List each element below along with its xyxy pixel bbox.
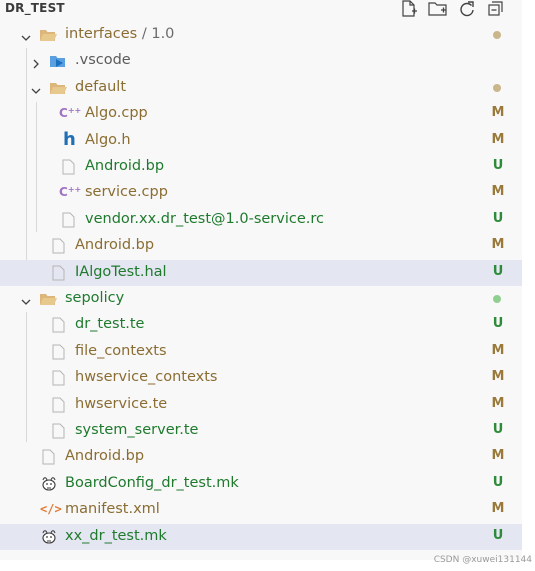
new-folder-icon[interactable]: [428, 0, 448, 18]
git-status-badge: M: [491, 369, 505, 384]
folder-open-icon: [39, 291, 57, 307]
git-status-badge: U: [492, 422, 504, 437]
tree-file-hwservice-te[interactable]: hwservice.te M: [0, 392, 522, 418]
modified-dot: [493, 31, 501, 39]
tree-file-android-bp[interactable]: Android.bp M: [0, 233, 522, 259]
tree-label: Algo.cpp: [85, 105, 148, 121]
tree-file-dr-test-te[interactable]: dr_test.te U: [0, 312, 522, 338]
tree-file-system-server-te[interactable]: system_server.te U: [0, 418, 522, 444]
cpp-file-icon: C++: [59, 106, 82, 120]
tree-label: IAlgoTest.hal: [75, 264, 167, 280]
tree-label: file_contexts: [75, 343, 167, 359]
git-status-badge: M: [491, 132, 505, 147]
tree-label: BoardConfig_dr_test.mk: [65, 475, 239, 491]
chevron-down-icon[interactable]: [20, 29, 32, 41]
git-status-badge: M: [491, 396, 505, 411]
git-status-badge: M: [491, 343, 505, 358]
tree-file-boardconfig-mk[interactable]: BoardConfig_dr_test.mk U: [0, 471, 522, 497]
folder-open-icon: [49, 80, 67, 96]
tree-label: Android.bp: [65, 448, 145, 464]
untracked-dot: [493, 295, 501, 303]
vscode-folder-icon: [49, 53, 67, 69]
cpp-file-icon: C++: [59, 185, 82, 199]
git-status-badge: U: [492, 211, 504, 226]
tree-label: Algo.h: [85, 132, 131, 148]
tree-folder-vscode[interactable]: .vscode: [0, 48, 522, 74]
git-status-badge: M: [491, 501, 505, 516]
file-icon: [50, 344, 68, 360]
git-status-badge: M: [491, 105, 505, 120]
file-icon: [50, 265, 68, 281]
file-icon: [50, 238, 68, 254]
makefile-gnu-icon: [40, 529, 58, 545]
tree-folder-interfaces[interactable]: interfaces / 1.0: [0, 22, 522, 48]
tree-label: service.cpp: [85, 184, 168, 200]
tree-label: Android.bp: [85, 158, 165, 174]
tree-label: hwservice_contexts: [75, 369, 218, 385]
tree-file-file-contexts[interactable]: file_contexts M: [0, 339, 522, 365]
tree-label: hwservice.te: [75, 396, 168, 412]
file-icon: [60, 159, 78, 175]
tree-label: system_server.te: [75, 422, 199, 438]
tree-label: .vscode: [75, 52, 131, 68]
new-file-icon[interactable]: [399, 0, 419, 18]
tree-file-android-bp[interactable]: Android.bp U: [0, 154, 522, 180]
explorer-title[interactable]: DR_TEST: [5, 1, 65, 15]
tree-folder-sepolicy[interactable]: sepolicy: [0, 286, 522, 312]
explorer-panel: DR_TEST interfaces / 1.0 .vscode default…: [0, 0, 522, 560]
tree-label: vendor.xx.dr_test@1.0-service.rc: [85, 211, 324, 227]
chevron-right-icon[interactable]: [30, 55, 42, 69]
watermark: CSDN @xuwei131144: [433, 555, 532, 565]
tree-label-path: / 1.0: [137, 26, 175, 42]
tree-label: interfaces: [65, 26, 138, 42]
tree-file-xx-dr-test-mk[interactable]: xx_dr_test.mk U: [0, 524, 522, 550]
folder-open-icon: [39, 27, 57, 43]
makefile-gnu-icon: [40, 476, 58, 492]
git-status-badge: U: [492, 475, 504, 490]
modified-dot: [493, 84, 501, 92]
file-icon: [60, 212, 78, 228]
git-status-badge: U: [492, 264, 504, 279]
git-status-badge: M: [491, 184, 505, 199]
file-icon: [50, 397, 68, 413]
tree-file-algo-h[interactable]: h Algo.h M: [0, 128, 522, 154]
file-icon: [50, 370, 68, 386]
tree-label: xx_dr_test.mk: [65, 528, 167, 544]
git-status-badge: M: [491, 448, 505, 463]
git-status-badge: U: [492, 316, 504, 331]
tree-file-ialgotest-hal[interactable]: IAlgoTest.hal U: [0, 260, 522, 286]
tree-label: default: [75, 79, 127, 95]
git-status-badge: U: [492, 158, 504, 173]
tree-label: manifest.xml: [65, 501, 160, 517]
tree-file-algo-cpp[interactable]: C++ Algo.cpp M: [0, 101, 522, 127]
tree-label: Android.bp: [75, 237, 155, 253]
tree-file-android-bp[interactable]: Android.bp M: [0, 444, 522, 470]
tree-file-manifest-xml[interactable]: </> manifest.xml M: [0, 497, 522, 523]
file-icon: [50, 423, 68, 439]
tree-label: sepolicy: [65, 290, 125, 306]
explorer-header: DR_TEST: [0, 0, 522, 20]
tree-file-hwservice-contexts[interactable]: hwservice_contexts M: [0, 365, 522, 391]
tree-file-vendor-rc[interactable]: vendor.xx.dr_test@1.0-service.rc U: [0, 207, 522, 233]
header-file-icon: h: [63, 129, 76, 150]
git-status-badge: U: [492, 528, 504, 543]
refresh-icon[interactable]: [457, 0, 477, 18]
collapse-all-icon[interactable]: [486, 0, 506, 18]
tree-folder-default[interactable]: default: [0, 75, 522, 101]
git-status-badge: M: [491, 237, 505, 252]
file-icon: [50, 317, 68, 333]
chevron-down-icon[interactable]: [30, 82, 42, 94]
xml-file-icon: </>: [40, 502, 62, 516]
tree-label: dr_test.te: [75, 316, 145, 332]
chevron-down-icon[interactable]: [20, 293, 32, 305]
file-icon: [40, 449, 58, 465]
tree-file-service-cpp[interactable]: C++ service.cpp M: [0, 180, 522, 206]
